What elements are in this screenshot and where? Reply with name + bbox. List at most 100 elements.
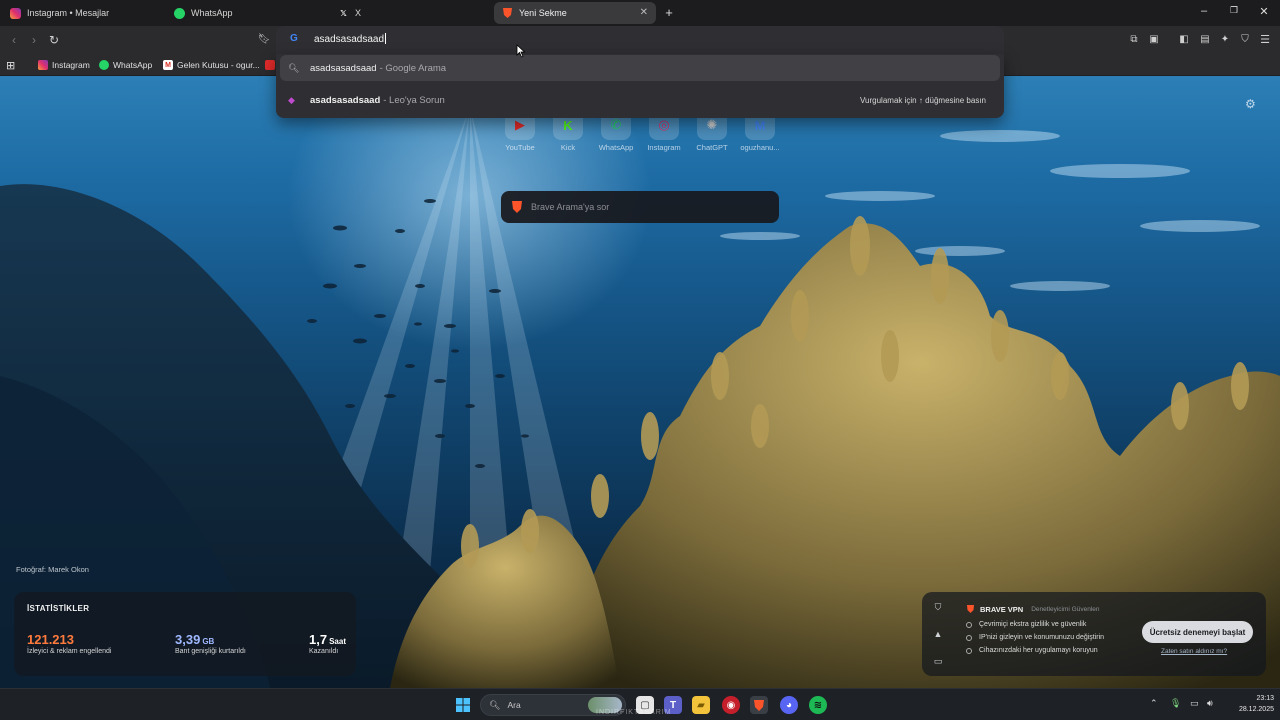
spotify-icon[interactable]: ≋ (809, 696, 827, 714)
customize-gear-icon[interactable]: ⚙ (1245, 97, 1256, 111)
bookmark-label: WhatsApp (113, 60, 153, 70)
vpn-shield-icon[interactable]: ⛉ (932, 602, 944, 614)
bookmark-whatsapp[interactable]: WhatsApp (99, 58, 152, 72)
search-placeholder: Brave Arama'ya sor (531, 202, 610, 212)
bookmark-label: Instagram (52, 60, 90, 70)
tab-new-tab[interactable]: Yeni Sekme ✕ (494, 2, 656, 24)
trackers-blocked-label: İzleyici & reklam engellendi (27, 648, 112, 655)
suggestion-google-search[interactable]: 🔍︎ asadsasadsaad - Google Arama (280, 55, 1000, 81)
stats-widget: İSTATİSTİKLER 121.213 İzleyici & reklam … (14, 592, 356, 676)
photo-credit[interactable]: Fotoğraf: Marek Okon (16, 565, 89, 574)
suggestion-suffix: - Leo'ya Sorun (383, 94, 445, 106)
stat-number: 3,39 (175, 632, 201, 647)
vpn-feature-text: Cihazınızdaki her uygulamayı koruyun (979, 647, 1098, 654)
menu-icon[interactable]: ☰ (1257, 32, 1273, 48)
reading-list-icon[interactable]: ▤ (1197, 32, 1213, 48)
search-icon: 🔍︎ (288, 62, 300, 73)
bullet-icon (966, 621, 972, 628)
volume-icon[interactable]: 🔊︎ (1207, 698, 1213, 709)
discord-icon[interactable]: ◕ (780, 696, 798, 714)
suggestion-query: asadsasadsaad (310, 94, 381, 106)
top-site-glyph: K (563, 117, 573, 133)
mouse-cursor-icon (516, 44, 526, 58)
google-icon: G (290, 33, 298, 44)
time-saved-value: 1,7 Saat (309, 632, 346, 647)
top-site-glyph: ▶ (515, 117, 525, 132)
app-red-icon[interactable]: ◉ (722, 696, 740, 714)
bullet-icon (966, 634, 972, 641)
already-purchased-link[interactable]: Zaten satın aldınız mı? (1161, 648, 1227, 655)
forward-icon[interactable]: › (26, 32, 42, 48)
vpn-feature: IP'nizi gizleyin ve konumunuzu değiştiri… (966, 634, 1104, 641)
tab-title: Instagram • Mesajlar (27, 8, 110, 18)
chevron-up-icon[interactable]: ⌃ (1150, 698, 1158, 709)
wallet-icon[interactable]: ▣ (1146, 32, 1162, 48)
trackers-blocked-value: 121.213 (27, 632, 74, 647)
bandwidth-saved-label: Bant genişliği kurtarıldı (175, 648, 246, 655)
top-site-glyph: ◎ (658, 117, 670, 132)
clock-time: 23:13 (1256, 695, 1274, 702)
clock[interactable]: 23:13 28.12.2025 (1239, 693, 1274, 715)
microphone-icon[interactable]: 🎙︎ (1170, 698, 1181, 709)
x-icon: 𝕏 (340, 8, 347, 18)
close-window-button[interactable]: ✕ (1257, 5, 1271, 18)
youtube-icon (265, 60, 275, 70)
watermark-text: INDIRFIKTASARIM (596, 709, 672, 716)
windows-logo-icon (456, 698, 470, 712)
top-site-glyph: M (754, 117, 766, 133)
minimize-button[interactable]: – (1197, 5, 1211, 17)
vpn-tags: Denetleyicimi Güvenlen (1031, 605, 1100, 613)
instagram-icon (38, 60, 48, 70)
address-bar[interactable]: G asadsasadsaad (276, 26, 1004, 54)
start-free-trial-button[interactable]: Ücretsiz denemeyi başlat (1142, 621, 1253, 643)
taskbar-search-placeholder: Ara (507, 700, 521, 710)
apps-grid-icon[interactable]: ⊞ (6, 58, 15, 72)
address-input[interactable]: asadsasadsaad (314, 33, 387, 45)
bookmark-label: Gelen Kutusu - ogur... (177, 60, 260, 70)
display-icon[interactable]: ▭ (1190, 698, 1199, 709)
text-caret (385, 33, 387, 44)
restore-button[interactable]: ❐ (1227, 5, 1241, 16)
bookmark-icon[interactable]: 🔖︎ (256, 32, 272, 48)
brave-lion-icon (754, 699, 764, 711)
bookmark-instagram[interactable]: Instagram (38, 58, 90, 72)
sidebar-icon[interactable]: ◧ (1176, 32, 1192, 48)
tab-x[interactable]: 𝕏 X (330, 2, 490, 24)
stat-number: 1,7 (309, 632, 328, 647)
gmail-icon: M (163, 60, 173, 70)
suggestion-ask-leo[interactable]: ◆ asadsasadsaad - Leo'ya Sorun Vurgulama… (280, 87, 1000, 113)
close-tab-icon[interactable]: ✕ (640, 7, 648, 18)
vpn-feature-text: IP'nizi gizleyin ve konumunuzu değiştiri… (979, 634, 1105, 641)
start-button[interactable] (454, 696, 472, 714)
tab-title: Yeni Sekme (519, 8, 567, 18)
tab-instagram[interactable]: Instagram • Mesajlar (2, 2, 162, 24)
vpn-feature-text: Çevrimiçi ekstra gizlilik ve güvenlik (979, 621, 1087, 628)
vpn-feature: Cihazınızdaki her uygulamayı koruyun (966, 647, 1098, 654)
tab-title: WhatsApp (191, 8, 233, 18)
alert-icon[interactable]: ▲ (932, 629, 944, 641)
shield-icon[interactable]: ⛉ (1237, 32, 1253, 48)
brave-taskbar-icon[interactable] (750, 696, 768, 714)
clock-date: 28.12.2025 (1238, 706, 1274, 713)
file-explorer-icon[interactable]: ▰ (692, 696, 710, 714)
reload-icon[interactable]: ↻ (46, 32, 62, 48)
suggestion-hint: Vurgulamak için ↑ düğmesine basın (860, 95, 986, 105)
brave-lion-icon (502, 8, 513, 19)
brave-search-box[interactable]: Brave Arama'ya sor (501, 191, 779, 223)
vpn-widget: ⛉ ▲ ▭ BRAVE VPN Denetleyicimi Güvenlen Ç… (922, 592, 1266, 676)
stat-number: 121.213 (27, 632, 74, 647)
omnibox-suggestions: 🔍︎ asadsasadsaad - Google Arama ◆ asadsa… (276, 54, 1004, 118)
windows-taskbar: 🔍︎ Ara ▢ T ▰ ◉ ◕ ≋ INDIRFIKTASARIM ⌃ 🎙︎ … (0, 688, 1280, 720)
tab-whatsapp[interactable]: WhatsApp (166, 2, 326, 24)
card-icon[interactable]: ▭ (932, 656, 944, 668)
stats-title: İSTATİSTİKLER (27, 604, 90, 613)
leo-ai-icon[interactable]: ✦ (1217, 32, 1233, 48)
new-tab-button[interactable]: + (662, 5, 676, 20)
extensions-icon[interactable]: ⧉ (1126, 32, 1142, 48)
bookmark-gmail[interactable]: M Gelen Kutusu - ogur... (163, 58, 260, 72)
back-icon[interactable]: ‹ (6, 32, 22, 48)
suggestion-suffix: - Google Arama (379, 62, 447, 74)
brave-lion-icon (512, 201, 522, 213)
brave-vpn-icon (967, 605, 974, 613)
tab-strip: Instagram • Mesajlar WhatsApp 𝕏 X Yeni S… (0, 0, 1280, 26)
